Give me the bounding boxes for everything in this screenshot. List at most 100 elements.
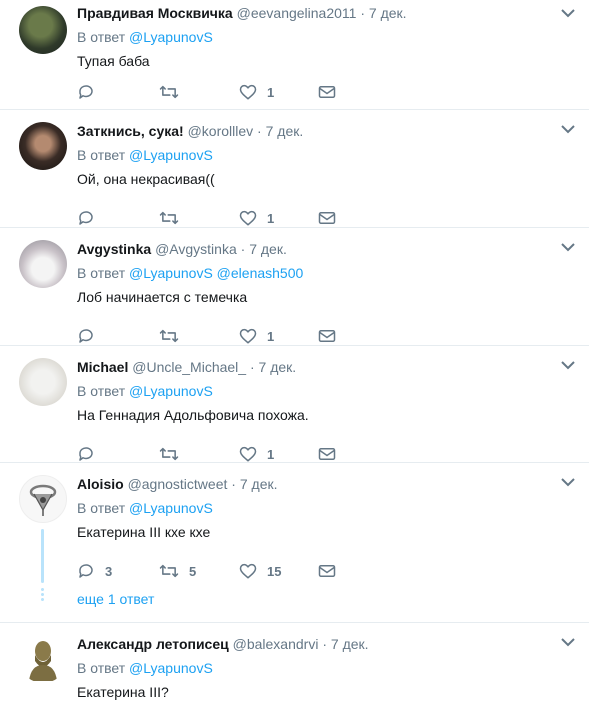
retweet-button[interactable] — [159, 208, 189, 228]
like-count: 1 — [267, 328, 275, 344]
user-fullname[interactable]: Правдивая Москвичка — [77, 5, 233, 21]
dm-button[interactable] — [318, 561, 336, 581]
bust-image — [29, 641, 57, 681]
tweet-content: Michael @Uncle_Michael_ · 7 дек. В ответ… — [77, 358, 569, 462]
user-fullname[interactable]: Заткнись, сука! — [77, 123, 184, 139]
dm-button[interactable] — [318, 326, 336, 346]
tweet-header: Александр летописец @balexandrvi · 7 дек… — [77, 635, 569, 653]
like-button[interactable]: 1 — [239, 82, 274, 102]
reply-button[interactable] — [77, 82, 105, 102]
reply-button[interactable]: 3 — [77, 561, 112, 581]
reply-context: В ответ @LyapunovS — [77, 499, 569, 517]
mention-link[interactable]: @LyapunovS — [129, 660, 213, 676]
retweet-button[interactable] — [159, 326, 189, 346]
tweet[interactable]: Aloisio @agnostictweet · 7 дек. В ответ … — [0, 463, 589, 623]
chevron-down-icon[interactable] — [561, 124, 575, 134]
mention-link[interactable]: @LyapunovS — [129, 265, 213, 281]
reply-button[interactable] — [77, 444, 105, 464]
user-fullname[interactable]: Michael — [77, 359, 128, 375]
tweet-text: Тупая баба — [77, 53, 150, 69]
tweet[interactable]: Michael @Uncle_Michael_ · 7 дек. В ответ… — [0, 346, 589, 463]
chevron-down-icon[interactable] — [561, 637, 575, 647]
tweet-header: Michael @Uncle_Michael_ · 7 дек. — [77, 358, 569, 376]
tweet-text: На Геннадия Адольфовича похожа. — [77, 407, 309, 423]
chevron-down-icon[interactable] — [561, 8, 575, 18]
dm-button[interactable] — [318, 444, 336, 464]
heart-icon — [239, 445, 257, 463]
separator: · — [257, 123, 262, 139]
separator: · — [249, 359, 255, 375]
separator: · — [240, 241, 246, 257]
mention-link[interactable]: @LyapunovS — [129, 147, 213, 163]
user-handle[interactable]: @agnostictweet — [128, 476, 228, 492]
avatar[interactable] — [19, 6, 67, 54]
heart-icon — [239, 83, 257, 101]
user-handle[interactable]: @Uncle_Michael_ — [132, 359, 246, 375]
tweet-content: Avgystinka @Avgystinka · 7 дек. В ответ … — [77, 240, 569, 344]
mention-link[interactable]: @elenash500 — [217, 265, 304, 281]
tweet-timestamp[interactable]: 7 дек. — [259, 359, 297, 375]
tweet[interactable]: Александр летописец @balexandrvi · 7 дек… — [0, 623, 589, 706]
tweet-timestamp[interactable]: 7 дек. — [240, 476, 278, 492]
tweet-timestamp[interactable]: 7 дек. — [266, 123, 304, 139]
mention-link[interactable]: @LyapunovS — [129, 29, 213, 45]
like-button[interactable]: 1 — [239, 326, 274, 346]
dm-button[interactable] — [318, 208, 336, 228]
tweet-header: Правдивая Москвичка @eevangelina2011 · 7… — [77, 4, 569, 22]
tweet-content: Aloisio @agnostictweet · 7 дек. В ответ … — [77, 475, 569, 579]
envelope-icon — [318, 446, 336, 462]
user-fullname[interactable]: Avgystinka — [77, 241, 151, 257]
heart-icon — [239, 209, 257, 227]
user-fullname[interactable]: Александр летописец — [77, 636, 229, 652]
user-handle[interactable]: @korolllev — [188, 123, 254, 139]
reply-prefix: В ответ — [77, 500, 126, 516]
tweet[interactable]: Заткнись, сука! @korolllev · 7 дек. В от… — [0, 110, 589, 228]
like-count: 1 — [267, 446, 275, 462]
retweet-icon — [159, 445, 179, 463]
reply-count: 3 — [105, 563, 113, 579]
tweet-header: Avgystinka @Avgystinka · 7 дек. — [77, 240, 569, 258]
user-handle[interactable]: @balexandrvi — [233, 636, 319, 652]
tweet[interactable]: Avgystinka @Avgystinka · 7 дек. В ответ … — [0, 228, 589, 346]
avatar[interactable] — [19, 475, 67, 523]
user-handle[interactable]: @eevangelina2011 — [237, 5, 357, 21]
reply-prefix: В ответ — [77, 660, 126, 676]
chevron-down-icon[interactable] — [561, 242, 575, 252]
like-count: 15 — [267, 563, 282, 579]
avatar[interactable] — [19, 635, 67, 683]
tweet-text: Ой, она некрасивая(( — [77, 171, 215, 187]
retweet-button[interactable] — [159, 444, 189, 464]
tweet-actions: 1 — [77, 208, 377, 228]
tweet-feed: Правдивая Москвичка @eevangelina2011 · 7… — [0, 0, 589, 706]
mention-link[interactable]: @LyapunovS — [129, 500, 213, 516]
reply-icon — [77, 83, 95, 101]
chevron-down-icon[interactable] — [561, 360, 575, 370]
tweet-actions: 1 — [77, 326, 377, 346]
reply-button[interactable] — [77, 326, 105, 346]
like-button[interactable]: 1 — [239, 208, 274, 228]
tweet-content: Александр летописец @balexandrvi · 7 дек… — [77, 635, 569, 701]
tweet-text: Екатерина III? — [77, 684, 169, 700]
avatar[interactable] — [19, 358, 67, 406]
mention-link[interactable]: @LyapunovS — [129, 383, 213, 399]
like-button[interactable]: 15 — [239, 561, 281, 581]
retweet-button[interactable] — [159, 82, 189, 102]
show-more-replies-link[interactable]: еще 1 ответ — [77, 591, 154, 607]
avatar[interactable] — [19, 240, 67, 288]
envelope-icon — [318, 210, 336, 226]
user-fullname[interactable]: Aloisio — [77, 476, 124, 492]
retweet-count: 5 — [189, 563, 197, 579]
tweet-timestamp[interactable]: 7 дек. — [331, 636, 369, 652]
tweet[interactable]: Правдивая Москвичка @eevangelina2011 · 7… — [0, 0, 589, 110]
reply-button[interactable] — [77, 208, 105, 228]
retweet-button[interactable]: 5 — [159, 561, 196, 581]
tweet-content: Правдивая Москвичка @eevangelina2011 · 7… — [77, 4, 569, 100]
tweet-timestamp[interactable]: 7 дек. — [249, 241, 287, 257]
user-handle[interactable]: @Avgystinka — [155, 241, 237, 257]
tweet-timestamp[interactable]: 7 дек. — [369, 5, 407, 21]
avatar[interactable] — [19, 122, 67, 170]
chevron-down-icon[interactable] — [561, 477, 575, 487]
dm-button[interactable] — [318, 82, 336, 102]
like-button[interactable]: 1 — [239, 444, 274, 464]
like-count: 1 — [267, 84, 275, 100]
